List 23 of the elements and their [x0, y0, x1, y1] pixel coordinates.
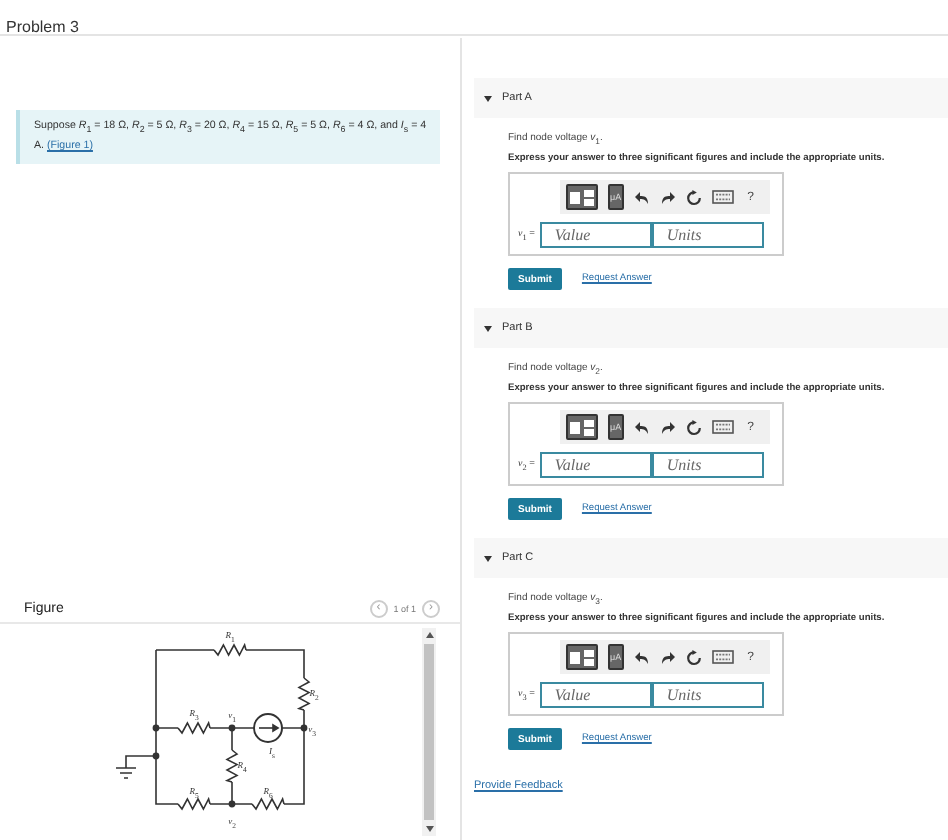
- reset-icon[interactable]: [685, 419, 702, 435]
- redo-icon[interactable]: [659, 189, 676, 205]
- units-field[interactable]: Units: [652, 682, 765, 708]
- value-field[interactable]: Value: [540, 222, 653, 248]
- scrollbar[interactable]: [422, 628, 436, 836]
- keyboard-icon[interactable]: [711, 650, 734, 664]
- problem-title: Problem 3: [6, 18, 79, 36]
- reset-icon[interactable]: [685, 649, 702, 665]
- redo-icon[interactable]: [659, 649, 676, 665]
- units-field[interactable]: Units: [652, 222, 765, 248]
- template-button[interactable]: [566, 184, 598, 210]
- template-button[interactable]: [566, 644, 598, 670]
- undo-icon[interactable]: [633, 649, 650, 665]
- undo-icon[interactable]: [633, 189, 650, 205]
- value-field[interactable]: Value: [540, 452, 653, 478]
- undo-icon[interactable]: [633, 419, 650, 435]
- keyboard-icon[interactable]: [711, 190, 734, 204]
- redo-icon[interactable]: [659, 419, 676, 435]
- units-field[interactable]: Units: [652, 452, 765, 478]
- value-field[interactable]: Value: [540, 682, 653, 708]
- reset-icon[interactable]: [685, 189, 702, 205]
- template-button[interactable]: [566, 414, 598, 440]
- keyboard-icon[interactable]: [711, 420, 734, 434]
